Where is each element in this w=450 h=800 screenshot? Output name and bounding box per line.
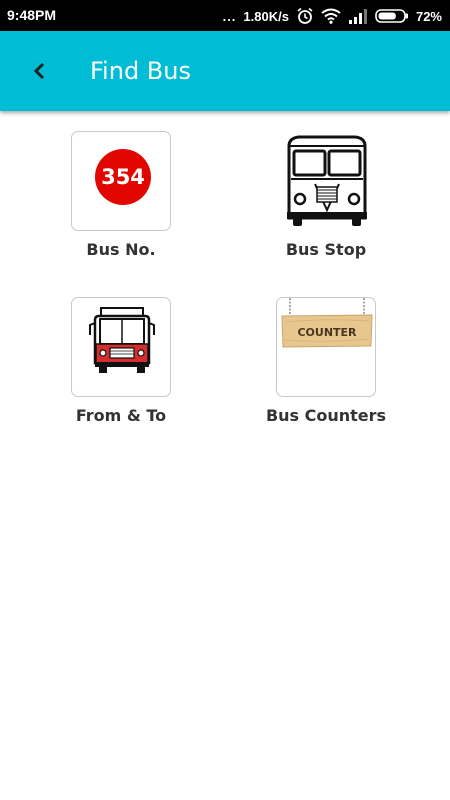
- tile-bus-counters[interactable]: COUNTER Bus Counters: [240, 297, 386, 437]
- tile-bus-counters-label: Bus Counters: [265, 406, 387, 425]
- battery-icon: [375, 8, 409, 24]
- network-speed: 1.80K/s: [243, 8, 289, 24]
- alarm-icon: [296, 7, 314, 25]
- tile-bus-stop[interactable]: Bus Stop: [240, 131, 380, 271]
- status-bar: 9:48PM ... 1.80K/s 72%: [0, 0, 450, 31]
- tile-from-to[interactable]: From & To: [35, 297, 175, 437]
- status-dots: ...: [222, 8, 237, 24]
- signal-icon: [348, 8, 368, 24]
- tile-from-to-box[interactable]: [71, 297, 171, 397]
- tile-bus-number-label: Bus No.: [86, 240, 156, 259]
- page-title: Find Bus: [90, 57, 191, 85]
- bus-number-icon: 354: [95, 149, 151, 205]
- battery-percent: 72%: [415, 8, 442, 24]
- red-bus-icon: [89, 307, 155, 373]
- tile-bus-counters-box[interactable]: COUNTER: [276, 297, 376, 397]
- status-icons: ... 1.80K/s 72%: [223, 5, 442, 27]
- tile-bus-stop-label: Bus Stop: [285, 240, 367, 259]
- status-time: 9:48PM: [7, 7, 57, 23]
- counter-sign-icon: COUNTER: [281, 298, 373, 348]
- tile-from-to-label: From & To: [75, 406, 167, 425]
- back-button[interactable]: [22, 53, 58, 89]
- app-bar: Find Bus: [0, 31, 450, 111]
- tile-bus-number-box[interactable]: 354: [71, 131, 171, 231]
- wifi-icon: [321, 8, 341, 24]
- tile-bus-number[interactable]: 354 Bus No.: [35, 131, 175, 271]
- chevron-left-icon: [33, 62, 45, 80]
- counter-sign-text: COUNTER: [297, 326, 357, 339]
- bus-front-icon: [287, 135, 367, 226]
- tile-bus-stop-box[interactable]: [276, 131, 376, 231]
